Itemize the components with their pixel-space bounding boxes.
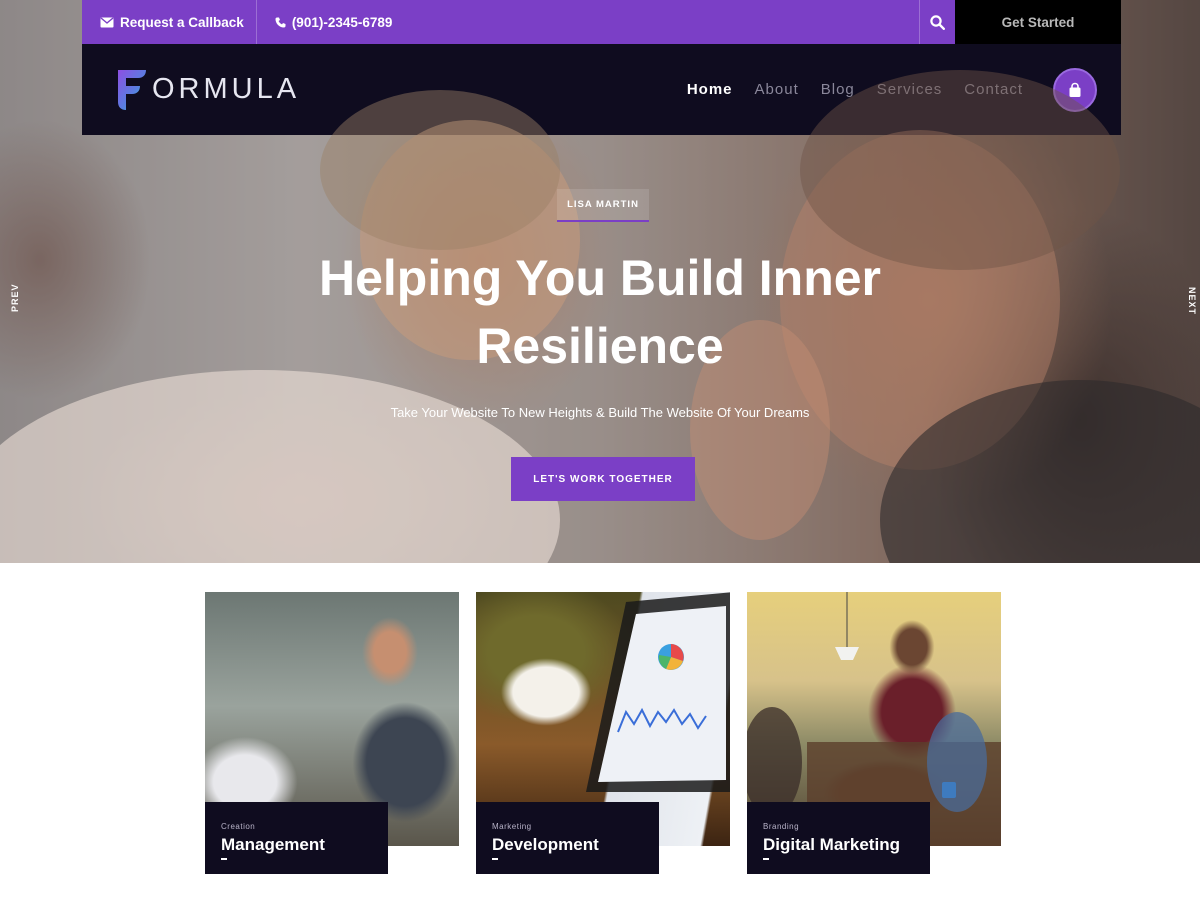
card-category: Creation	[221, 822, 256, 831]
card-category: Branding	[763, 822, 800, 831]
card-label: Marketing Development	[476, 802, 659, 874]
slider-next-button[interactable]: NEXT	[1187, 287, 1197, 315]
service-cards: Creation Management Marketing Developmen…	[205, 592, 1001, 882]
hero-title-line-1: Helping You Build Inner	[318, 250, 882, 306]
hero-slider: LISA MARTIN Helping You Build Inner Resi…	[0, 0, 1200, 563]
service-card-development[interactable]: Marketing Development	[476, 592, 730, 874]
lets-work-together-button[interactable]: LET'S WORK TOGETHER	[511, 457, 695, 501]
card-label: Branding Digital Marketing	[747, 802, 930, 874]
card-label: Creation Management	[205, 802, 388, 874]
card-title: Management	[221, 835, 325, 854]
card-underline	[763, 858, 769, 860]
hero-subtitle: Take Your Website To New Heights & Build…	[390, 405, 810, 420]
hero-title: Helping You Build Inner Resilience	[200, 244, 1000, 380]
card-underline	[492, 858, 498, 860]
service-card-digital-marketing[interactable]: Branding Digital Marketing	[747, 592, 1001, 874]
slider-prev-button[interactable]: PREV	[10, 283, 20, 312]
card-title: Digital Marketing	[763, 835, 900, 854]
service-card-management[interactable]: Creation Management	[205, 592, 459, 874]
hero-eyebrow: LISA MARTIN	[557, 189, 649, 222]
card-category: Marketing	[492, 822, 532, 831]
card-title: Development	[492, 835, 599, 854]
hero-title-line-2: Resilience	[476, 318, 724, 374]
card-underline	[221, 858, 227, 860]
